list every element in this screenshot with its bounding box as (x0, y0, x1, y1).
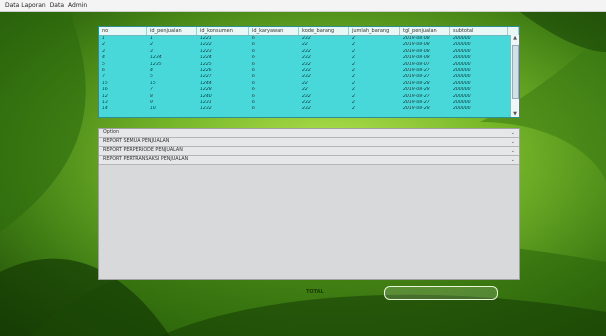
total-field[interactable] (384, 286, 498, 300)
table-row[interactable]: 14 10 1232 6 232 2 2019-08-28 200000 (99, 106, 519, 112)
section-label: REPORT PERTRANSAKSI PENJUALAN (103, 157, 189, 162)
table-cell: 2 (352, 106, 355, 112)
section-report-perperiode[interactable]: REPORT PERPERIODE PENJUALAN ⌄ (99, 147, 519, 156)
total-label: TOTAL (306, 289, 324, 295)
chevron-down-icon: ⌄ (510, 157, 515, 163)
column-header[interactable]: subtotal (450, 27, 508, 35)
table-cell: 2019-08-28 (403, 106, 430, 112)
menu-data-laporan[interactable]: Data Laporan (5, 2, 46, 9)
table-cell: 10 (150, 106, 156, 112)
chevron-down-icon: ⌄ (510, 130, 515, 136)
column-header[interactable]: no (99, 27, 147, 35)
table-cell: 14 (102, 106, 108, 112)
column-header[interactable]: tgl_penjualan (400, 27, 450, 35)
table-header: no id_penjualan id_konsumen id_karyawan … (99, 27, 519, 36)
section-report-pertransaksi[interactable]: REPORT PERTRANSAKSI PENJUALAN ⌄ (99, 156, 519, 165)
section-label: REPORT PERPERIODE PENJUALAN (103, 148, 183, 153)
table-cell: 1232 (200, 106, 212, 112)
table-cell: 6 (252, 106, 255, 112)
table-cell: 232 (302, 106, 311, 112)
report-panel: Option ⌄ REPORT SEMUA PENJUALAN ⌄ REPORT… (98, 128, 520, 280)
scrollbar-thumb[interactable] (512, 45, 519, 99)
column-header[interactable]: id_konsumen (197, 27, 249, 35)
menu-bar: Data Laporan Data Admin (0, 0, 606, 12)
table-body: 1 1 1221 6 232 2 2019-08-08 200000 2 2 1222 6 22 2 201… (99, 36, 519, 113)
sales-table[interactable]: no id_penjualan id_konsumen id_karyawan … (98, 26, 520, 118)
table-cell: 200000 (453, 106, 471, 112)
section-label: REPORT SEMUA PENJUALAN (103, 139, 170, 144)
column-header[interactable]: id_penjualan (147, 27, 197, 35)
chevron-down-icon: ⌄ (510, 148, 515, 154)
scroll-down-icon[interactable]: ▼ (512, 111, 518, 117)
scroll-up-icon[interactable]: ▲ (512, 35, 518, 41)
column-header[interactable]: jumlah_barang (349, 27, 400, 35)
chevron-down-icon: ⌄ (510, 139, 515, 145)
column-header[interactable]: kode_barang (299, 27, 349, 35)
section-report-semua[interactable]: REPORT SEMUA PENJUALAN ⌄ (99, 138, 519, 147)
menu-admin[interactable]: Admin (68, 2, 87, 9)
table-scrollbar[interactable]: ▲ ▼ (510, 35, 519, 117)
menu-data[interactable]: Data (50, 2, 64, 9)
section-option[interactable]: Option ⌄ (99, 129, 519, 138)
section-label: Option (103, 130, 120, 135)
column-header[interactable]: id_karyawan (249, 27, 299, 35)
